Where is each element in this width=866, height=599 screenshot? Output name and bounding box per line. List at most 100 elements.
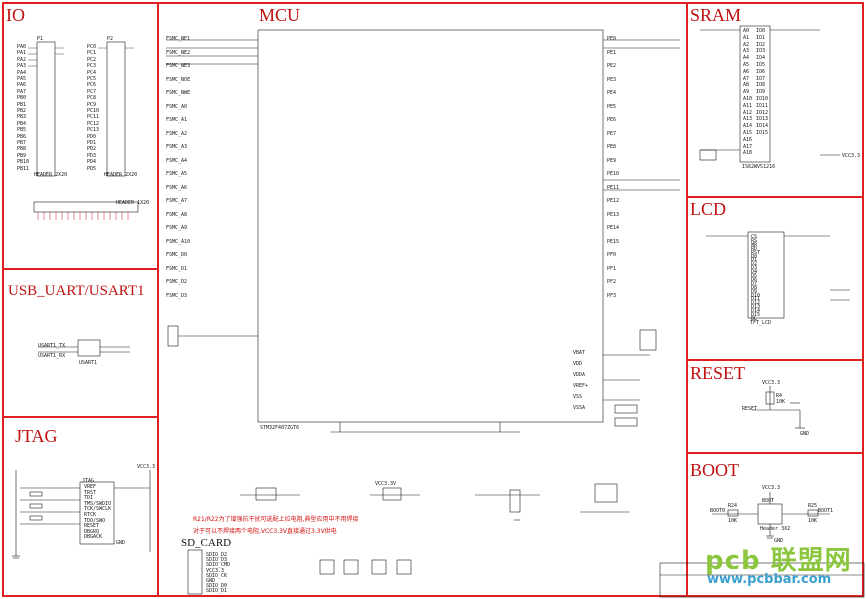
sram-address-pin: A9 [743,89,750,96]
io-pin-label: PD5 [87,165,97,172]
sram-data-pin: IO7 [756,75,766,82]
mcu-net-label: FSMC_A3 [166,144,188,150]
sram-data-pin: IO6 [756,68,766,75]
boot-header-label: Header 3X2 [760,526,791,532]
sram-address-pin: A4 [743,55,750,62]
lcd-pin-label: BL [751,315,758,322]
mcu-net-label: FSMC_A4 [166,157,188,164]
sram-address-pin: A5 [743,62,750,68]
sram-address-pin: A11 [743,102,753,109]
sram-address-pin: A18 [743,150,753,157]
mcu-net-label: PE9 [607,157,617,164]
sram-address-pin: A3 [743,48,750,55]
mcu-note-2: 对于可以不焊接两个电阻,VCC3.3V直接通过3.3V供电 [193,528,337,535]
io-pin-label: PC4 [87,69,97,76]
mcu-power-label: VSS [573,394,583,400]
io-header-right-label: HEADER 2X20 [104,172,138,178]
io-pin-label: PC10 [87,108,100,114]
io-pin-label: PC3 [87,63,97,70]
mcu-net-label: PE15 [607,238,620,245]
sram-data-pin: IO13 [756,116,769,123]
io-pin-label: PB4 [17,120,27,127]
sram-address-pin: A14 [743,123,753,130]
boot-r1-label: R24 [728,503,738,509]
mcu-net-label: PE0 [607,36,617,42]
mcu-vcc-label: VCC3.3V [375,481,397,487]
sram-address-pin: A6 [743,68,750,75]
io-pin-label: PC0 [87,44,97,50]
sram-address-pin: A10 [743,96,753,102]
sram-data-pin: IO8 [756,82,766,89]
mcu-power-label: VBAT [573,350,586,356]
mcu-net-label: FSMC_D3 [166,292,188,299]
mcu-net-label: PE13 [607,211,620,218]
sram-address-pin: A7 [743,75,750,82]
io-pin-label: PA4 [17,69,27,76]
boot-r2-value: 10K [808,518,818,524]
io-pin-label: PB7 [17,140,27,146]
mcu-net-label: FSMC_A5 [166,171,188,177]
mcu-net-label: FSMC_NOE [166,76,191,83]
mcu-net-label: PE8 [607,144,617,150]
io-pin-label: PD1 [87,140,97,146]
pcbbar-logo: pcb 联盟网 www.pcbbar.com [697,536,863,596]
io-p2-label: P2 [107,36,114,42]
io-header-bottom-label: HEADER 1X20 [116,200,150,206]
io-pin-label: PC5 [87,76,97,82]
io-pin-label: PA0 [17,44,27,50]
io-pin-label: PB9 [17,152,27,159]
sram-address-pin: A12 [743,109,753,116]
io-pin-label: PB5 [17,127,27,134]
io-pin-label: PD2 [87,146,97,153]
sram-data-pin: IO4 [756,55,766,62]
boot1-net-label: BOOT1 [818,508,834,514]
mcu-net-label: FSMC_A1 [166,117,188,123]
io-pin-label: PC1 [87,50,97,57]
mcu-net-label: PE2 [607,63,617,69]
mcu-note-1: R21/R22为了增强抗干扰可选配上拉电阻,典型应用中不用焊接 [193,516,359,523]
sram-data-pin: IO15 [756,130,769,136]
io-pin-label: PB6 [17,133,27,140]
sram-data-pin: IO9 [756,89,766,96]
io-pin-label: PB8 [17,146,27,153]
io-pin-label: PC8 [87,95,97,102]
io-pin-label: PC6 [87,82,97,89]
sram-data-pin: IO12 [756,109,769,116]
io-pin-label: PB10 [17,159,30,166]
logo-url-text: www.pcbbar.com [707,572,832,587]
usb-uart-tx-net: USART1_TX [38,343,66,349]
mcu-net-label: FSMC_A10 [166,238,191,245]
reset-gnd-label: GND [800,431,810,437]
sram-address-pin: A2 [743,41,750,48]
mcu-net-label: FSMC_A2 [166,130,188,137]
io-pin-label: PA1 [17,50,27,57]
schematic-wires [12,25,865,598]
io-p1-label: P1 [37,36,44,42]
mcu-net-label: PF2 [607,279,617,285]
mcu-net-label: FSMC_D1 [166,265,188,272]
mcu-net-label: FSMC_NWE [166,90,191,96]
mcu-net-label: FSMC_A7 [166,198,188,204]
mcu-power-label: VSSA [573,405,586,411]
usb-uart-rx-net: USART1_RX [38,353,66,359]
sram-data-pin: IO14 [756,123,769,130]
reset-vcc-label: VCC3.3 [762,380,781,386]
mcu-power-label: VDD [573,361,583,367]
mcu-chip-name: STM32F407ZGT6 [260,425,300,431]
io-pin-label: PC12 [87,120,100,127]
mcu-net-label: PF0 [607,252,617,258]
mcu-net-label: FSMC_NE2 [166,49,191,56]
boot-chip-label: BOOT [762,498,775,504]
sram-chip-label: IS62WV51216 [742,164,776,170]
sram-data-pin: IO11 [756,102,769,109]
boot-r1-value: 10K [728,518,738,524]
boot-vcc-label: VCC3.3 [762,485,781,491]
sram-address-pin: A1 [743,34,750,41]
io-header-left-label: HEADER 2X20 [34,172,68,178]
sram-vcc-label: VCC3.3 [842,153,861,159]
sram-address-pin: A16 [743,136,753,143]
mcu-net-label: PE7 [607,130,617,137]
mcu-net-label: PE10 [607,171,620,177]
io-pin-label: PC13 [87,127,100,134]
jtag-pin-label: DBGACK [84,534,103,541]
